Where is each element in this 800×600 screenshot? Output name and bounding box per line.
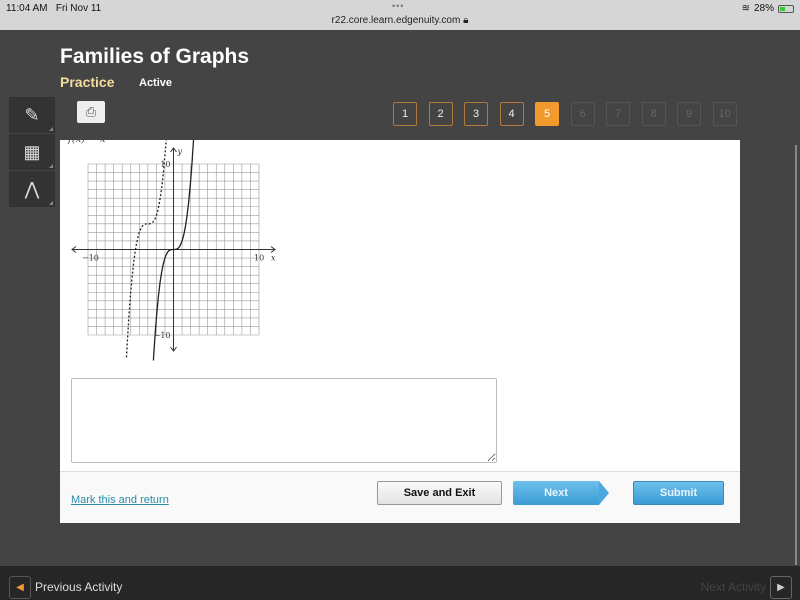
caret-up-icon: ⋀ <box>24 178 40 199</box>
save-and-exit-button[interactable]: Save and Exit <box>377 481 502 505</box>
battery-icon <box>778 4 794 13</box>
page-button-4[interactable]: 4 <box>499 102 524 126</box>
browser-menu-dots[interactable]: ••• <box>392 1 404 11</box>
page-button-7: 7 <box>606 102 630 126</box>
x-tick-label-max: 10 <box>254 254 264 263</box>
calculator-icon: ▦ <box>23 141 41 162</box>
activity-mode: Practice <box>60 74 115 90</box>
battery-percent: 28% <box>753 3 774 14</box>
next-button-arrow[interactable] <box>599 481 609 505</box>
mark-and-return-link[interactable]: Mark this and return <box>71 494 169 506</box>
page-scrollbar[interactable] <box>795 145 797 565</box>
tool-sidebar: ✎ ▦ ⋀ <box>9 97 55 208</box>
page-button-3[interactable]: 3 <box>464 102 488 126</box>
page-button-8: 8 <box>641 102 666 126</box>
lock-icon: 🔒︎ <box>463 15 469 26</box>
page-button-9: 9 <box>677 102 701 126</box>
submit-button[interactable]: Submit <box>633 481 724 505</box>
page-button-10: 10 <box>712 102 737 126</box>
status-time: 11:04 AM Fri Nov 11 <box>6 3 102 14</box>
next-activity-button[interactable]: ▶ <box>770 576 792 599</box>
question-pagination: 1 2 3 4 5 6 7 8 9 10 <box>393 102 737 126</box>
page-button-6: 6 <box>570 102 595 126</box>
calculator-tool-button[interactable]: ▦ <box>9 134 55 171</box>
function-graph: −10 10 10 −10 x y <box>71 140 276 361</box>
activity-status: Active <box>139 77 173 89</box>
y-axis-label: y <box>177 147 183 156</box>
answer-textbox[interactable] <box>71 378 497 463</box>
next-button[interactable]: Next <box>513 481 599 505</box>
printer-icon: ⎙ <box>85 104 97 119</box>
page-button-5[interactable]: 5 <box>535 102 559 126</box>
question-footer: Mark this and return Save and Exit Next … <box>60 471 740 523</box>
activity-nav-bar: ◀ Previous Activity Next Activity ▶ <box>0 566 800 600</box>
page-button-1[interactable]: 1 <box>393 102 417 126</box>
pencil-icon: ✎ <box>24 104 40 125</box>
chevron-right-icon: ▶ <box>777 582 785 593</box>
print-button[interactable]: ⎙ <box>77 101 105 123</box>
chevron-left-icon: ◀ <box>16 582 24 593</box>
status-indicators: ≋ 28% <box>742 3 794 14</box>
page-button-2[interactable]: 2 <box>428 102 453 126</box>
x-tick-label-min: −10 <box>82 254 99 263</box>
y-tick-label-max: 10 <box>160 160 170 169</box>
pencil-tool-button[interactable]: ✎ <box>9 97 55 134</box>
question-panel: f(x) = x³ −10 10 10 −10 x y Mark this and ret… <box>60 134 740 523</box>
highlighter-tool-button[interactable]: ⋀ <box>9 171 55 208</box>
previous-activity-button[interactable]: ◀ <box>9 576 31 599</box>
y-tick-label-min: −10 <box>154 331 171 340</box>
next-activity-label: Next Activity <box>700 580 766 594</box>
wifi-icon: ≋ <box>741 3 750 14</box>
edgenuity-app: Families of Graphs Practice Active ✎ ▦ ⋀… <box>0 30 800 600</box>
address-bar[interactable]: r22.core.learn.edgenuity.com 🔒︎ <box>0 15 800 26</box>
x-axis-label: x <box>271 254 276 263</box>
page-title: Families of Graphs <box>60 45 250 68</box>
previous-activity-label[interactable]: Previous Activity <box>35 580 122 594</box>
ios-status-bar: 11:04 AM Fri Nov 11 ••• r22.core.learn.e… <box>0 0 800 30</box>
